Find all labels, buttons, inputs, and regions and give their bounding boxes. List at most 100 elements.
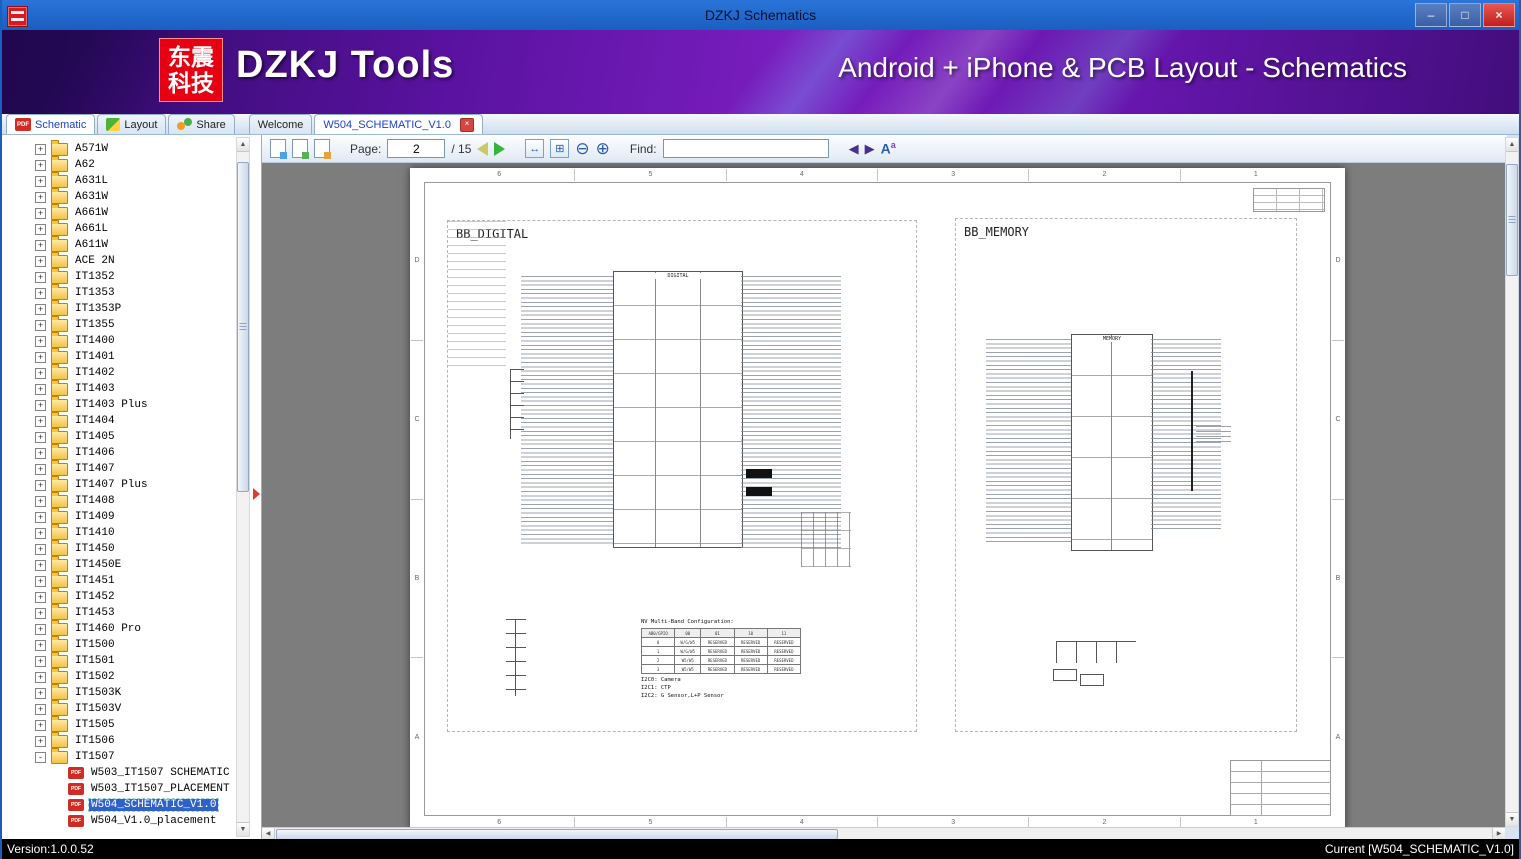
- viewer-horizontal-scrollbar[interactable]: ◀ ▶: [262, 827, 1505, 840]
- tree-item-folder[interactable]: + IT1404: [2, 411, 235, 429]
- expand-toggle[interactable]: +: [35, 575, 46, 587]
- minimize-button[interactable]: –: [1415, 3, 1447, 27]
- doc-tab[interactable]: Welcome: [248, 114, 313, 134]
- expand-toggle[interactable]: +: [35, 207, 46, 219]
- expand-toggle[interactable]: +: [35, 255, 46, 267]
- tree-item-folder[interactable]: + IT1403 Plus: [2, 395, 235, 413]
- book-view-icon[interactable]: [314, 139, 331, 159]
- tree-item-file[interactable]: PDF W503_IT1507_PLACEMENT: [2, 781, 235, 797]
- tree-item-folder[interactable]: + IT1460 Pro: [2, 619, 235, 637]
- expand-toggle[interactable]: +: [35, 543, 46, 555]
- viewer-scrollbar-thumb[interactable]: [1506, 164, 1518, 276]
- expand-toggle[interactable]: +: [35, 287, 46, 299]
- tree-item-folder[interactable]: + IT1401: [2, 347, 235, 365]
- expand-toggle[interactable]: +: [35, 735, 46, 747]
- tree-item-folder[interactable]: + IT1403: [2, 379, 235, 397]
- expand-toggle[interactable]: +: [35, 159, 46, 171]
- file-label[interactable]: W504_V1.0_placement: [89, 815, 218, 827]
- next-page-icon[interactable]: [494, 141, 506, 156]
- previous-page-icon[interactable]: [477, 141, 489, 156]
- find-next-icon[interactable]: ▶: [865, 141, 875, 157]
- expand-toggle[interactable]: +: [35, 591, 46, 603]
- font-size-icon[interactable]: Aa: [881, 140, 896, 157]
- tree-item-folder[interactable]: + IT1453: [2, 603, 235, 621]
- tree-item-folder[interactable]: + IT1409: [2, 507, 235, 525]
- expand-toggle[interactable]: +: [35, 143, 46, 155]
- tree-item-folder[interactable]: + IT1452: [2, 587, 235, 605]
- expand-toggle[interactable]: +: [35, 431, 46, 443]
- tree-scrollbar-thumb[interactable]: [237, 162, 249, 492]
- zoom-in-icon[interactable]: ⊕: [596, 140, 610, 157]
- expand-toggle[interactable]: +: [35, 399, 46, 411]
- expand-toggle[interactable]: +: [35, 351, 46, 363]
- viewer-vertical-scrollbar[interactable]: ▲ ▼: [1505, 137, 1519, 827]
- expand-toggle[interactable]: +: [35, 367, 46, 379]
- viewer-scroll-left-icon[interactable]: ◀: [262, 828, 275, 839]
- tree-item-folder[interactable]: + IT1501: [2, 651, 235, 669]
- tab-share[interactable]: Share: [168, 114, 235, 134]
- file-label[interactable]: W504_SCHEMATIC_V1.0: [87, 798, 220, 812]
- expand-toggle[interactable]: +: [35, 463, 46, 475]
- expand-toggle[interactable]: +: [35, 239, 46, 251]
- tree-item-folder[interactable]: + IT1451: [2, 571, 235, 589]
- tree-item-folder[interactable]: + IT1450E: [2, 555, 235, 573]
- doc-tab-close-icon[interactable]: ×: [459, 117, 474, 132]
- expand-toggle[interactable]: +: [35, 223, 46, 235]
- tree-item-folder[interactable]: + IT1408: [2, 491, 235, 509]
- tree-item-folder[interactable]: + IT1500: [2, 635, 235, 653]
- tab-layout[interactable]: Layout: [97, 114, 167, 134]
- tree-item-folder[interactable]: + A611W: [2, 235, 235, 253]
- expand-toggle[interactable]: +: [35, 703, 46, 715]
- tree-item-folder[interactable]: + IT1503V: [2, 699, 235, 717]
- expand-toggle[interactable]: +: [35, 191, 46, 203]
- tree-item-folder[interactable]: + A62: [2, 155, 235, 173]
- tree-item-folder[interactable]: + IT1505: [2, 715, 235, 733]
- doc-tab[interactable]: W504_SCHEMATIC_V1.0 ×: [314, 114, 483, 134]
- facing-pages-icon[interactable]: [292, 139, 309, 159]
- close-button[interactable]: ×: [1483, 3, 1515, 27]
- pdf-viewer[interactable]: 654321 654321 DCBA DCBA BB_DIGITAL DIGIT…: [262, 163, 1505, 827]
- expand-toggle[interactable]: +: [35, 319, 46, 331]
- viewer-scroll-right-icon[interactable]: ▶: [1492, 828, 1505, 839]
- tab-schematic[interactable]: PDF Schematic: [6, 114, 96, 134]
- tree-item-folder[interactable]: - IT1507: [2, 747, 235, 765]
- tree-item-file[interactable]: PDF W504_V1.0_placement: [2, 813, 235, 829]
- file-label[interactable]: W503_IT1507 SCHEMATIC: [89, 767, 232, 779]
- tree-item-folder[interactable]: + IT1405: [2, 427, 235, 445]
- tree-item-folder[interactable]: + IT1406: [2, 443, 235, 461]
- expand-toggle[interactable]: +: [35, 447, 46, 459]
- fit-page-icon[interactable]: ⊞: [550, 139, 570, 158]
- tree-item-folder[interactable]: + IT1407 Plus: [2, 475, 235, 493]
- tree-item-file[interactable]: PDF W503_IT1507 SCHEMATIC: [2, 765, 235, 781]
- tree-item-folder[interactable]: + A661L: [2, 219, 235, 237]
- tree-item-folder[interactable]: + IT1502: [2, 667, 235, 685]
- expand-toggle[interactable]: +: [35, 671, 46, 683]
- expand-toggle[interactable]: +: [35, 527, 46, 539]
- maximize-button[interactable]: □: [1449, 3, 1481, 27]
- expand-toggle[interactable]: -: [35, 751, 46, 763]
- expand-toggle[interactable]: +: [35, 511, 46, 523]
- fit-width-icon[interactable]: ↔: [525, 139, 545, 158]
- find-input[interactable]: [662, 139, 829, 158]
- expand-toggle[interactable]: +: [35, 623, 46, 635]
- tree-item-folder[interactable]: + IT1402: [2, 363, 235, 381]
- viewer-scroll-down-icon[interactable]: ▼: [1506, 812, 1518, 826]
- expand-toggle[interactable]: +: [35, 655, 46, 667]
- expand-toggle[interactable]: +: [35, 303, 46, 315]
- single-page-icon[interactable]: [270, 139, 287, 159]
- tree-scrollbar[interactable]: ▲ ▼: [236, 137, 250, 837]
- tree-item-folder[interactable]: + A631W: [2, 187, 235, 205]
- expand-toggle[interactable]: +: [35, 415, 46, 427]
- scroll-down-icon[interactable]: ▼: [237, 822, 249, 836]
- tree-item-folder[interactable]: + IT1503K: [2, 683, 235, 701]
- scroll-up-icon[interactable]: ▲: [237, 138, 249, 152]
- tree-item-folder[interactable]: + A571W: [2, 139, 235, 157]
- find-previous-icon[interactable]: ◀: [849, 141, 859, 157]
- expand-toggle[interactable]: +: [35, 607, 46, 619]
- tree-item-folder[interactable]: + IT1407: [2, 459, 235, 477]
- splitter-collapse-arrow[interactable]: [253, 488, 260, 500]
- tree-item-folder[interactable]: + IT1352: [2, 267, 235, 285]
- expand-toggle[interactable]: +: [35, 479, 46, 491]
- tree-item-folder[interactable]: + A631L: [2, 171, 235, 189]
- viewer-scroll-up-icon[interactable]: ▲: [1506, 138, 1518, 152]
